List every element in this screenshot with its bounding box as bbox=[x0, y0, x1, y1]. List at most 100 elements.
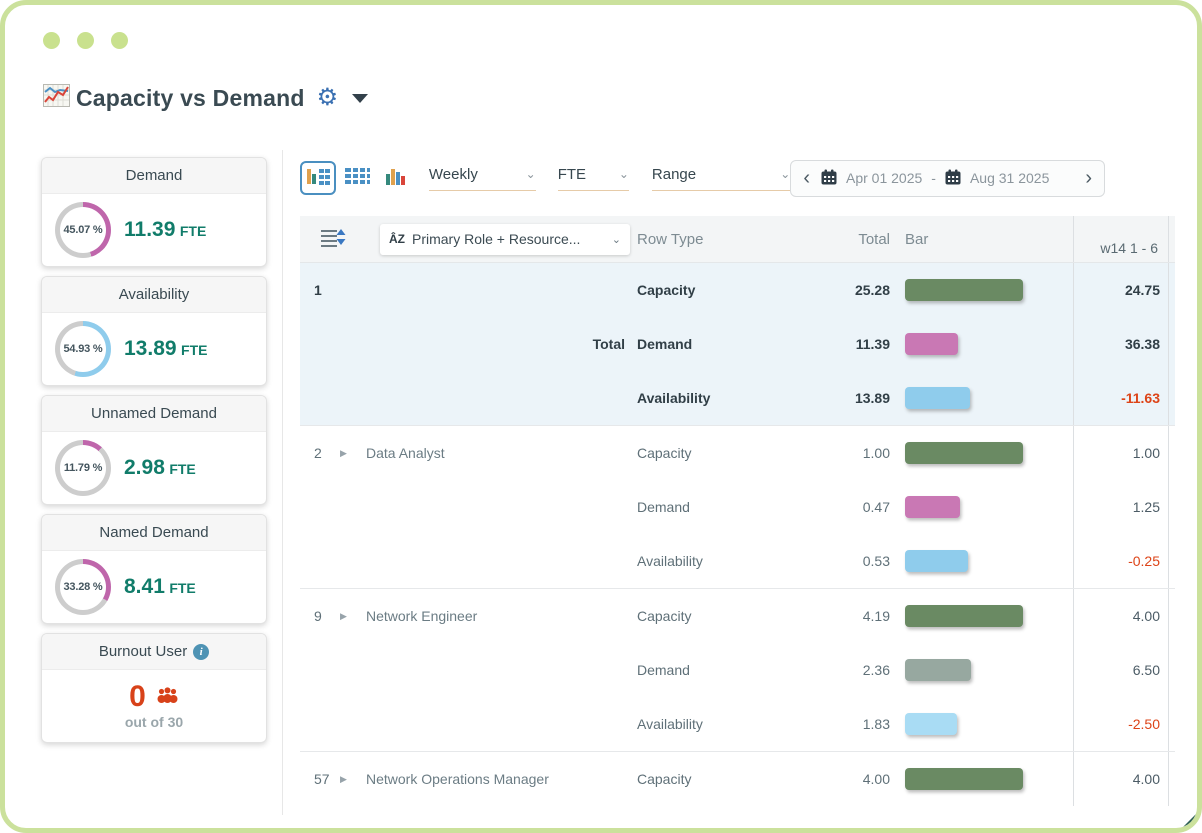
page-title: Capacity vs Demand bbox=[76, 85, 305, 112]
gear-icon[interactable]: ⚙ bbox=[317, 86, 339, 110]
table-group: 57▶Network Operations ManagerCapacity4.0… bbox=[300, 751, 1175, 806]
percent-label: 33.28 % bbox=[64, 581, 103, 593]
fte-unit: FTE bbox=[181, 342, 207, 358]
row-type-cell: Capacity bbox=[635, 771, 765, 787]
chevron-down-icon: ⌄ bbox=[619, 167, 629, 181]
unit-select-value: FTE bbox=[558, 166, 586, 183]
expand-arrow-icon[interactable]: ▶ bbox=[340, 611, 366, 622]
total-value-cell: 1.00 bbox=[765, 445, 890, 461]
row-type-cell: Capacity bbox=[635, 282, 765, 298]
column-header-period: w14 1 - 6 bbox=[1073, 216, 1169, 262]
stat-card-title: Unnamed Demand bbox=[42, 396, 266, 432]
stat-cards: Demand45.07 %11.39 FTEAvailability54.93 … bbox=[41, 157, 282, 624]
row-type-cell: Availability bbox=[635, 716, 765, 732]
row-type-cell: Availability bbox=[635, 390, 765, 406]
period-value-cell: -0.25 bbox=[1073, 534, 1169, 588]
expand-arrow-icon[interactable]: ▶ bbox=[340, 774, 366, 785]
fte-unit: FTE bbox=[180, 223, 206, 239]
app-window: Capacity vs Demand ⚙ Demand 45.07 % 11.39 … bbox=[0, 0, 1202, 833]
date-range-control: ‹ Apr 01 2025 - bbox=[790, 160, 1105, 197]
chart-table-view-button[interactable] bbox=[300, 161, 336, 195]
chevron-down-icon[interactable] bbox=[352, 94, 368, 103]
burnout-card-body: 0 out of 30 bbox=[42, 670, 266, 742]
grid-view-icon bbox=[344, 165, 370, 192]
chart-table-view-icon bbox=[305, 165, 331, 192]
unit-select[interactable]: FTE ⌄ bbox=[558, 166, 629, 191]
table-row: Availability0.53-0.25 bbox=[300, 534, 1175, 588]
row-type-cell: Demand bbox=[635, 336, 765, 352]
period-value-cell: 4.00 bbox=[1073, 589, 1169, 643]
donut-ring: 45.07 % bbox=[55, 202, 111, 258]
fte-value: 11.39 bbox=[124, 218, 175, 241]
bar-cell bbox=[890, 496, 1073, 518]
next-period-button[interactable]: › bbox=[1083, 168, 1094, 188]
table-row: Demand2.366.50 bbox=[300, 643, 1175, 697]
capacity-demand-table: ÂZ Primary Role + Resource... ⌄ Row Type… bbox=[300, 216, 1175, 806]
period-value-cell: 24.75 bbox=[1073, 263, 1169, 317]
table-row: Demand0.471.25 bbox=[300, 480, 1175, 534]
granularity-select[interactable]: Weekly ⌄ bbox=[429, 166, 536, 191]
period-value-cell: 1.00 bbox=[1073, 426, 1169, 480]
stat-card-body: 11.79 %2.98 FTE bbox=[42, 432, 266, 504]
total-value-cell: 4.19 bbox=[765, 608, 890, 624]
window-dot[interactable] bbox=[111, 32, 128, 49]
end-date[interactable]: Aug 31 2025 bbox=[970, 170, 1049, 186]
table-group: 2▶Data AnalystCapacity1.001.00Demand0.47… bbox=[300, 425, 1175, 588]
total-value-cell: 1.83 bbox=[765, 716, 890, 732]
group-by-value: Primary Role + Resource... bbox=[412, 231, 605, 247]
chart-view-button[interactable] bbox=[379, 161, 415, 195]
total-value-cell: 13.89 bbox=[765, 390, 890, 406]
burnout-card-header: Burnout User i bbox=[42, 634, 266, 670]
bar-cell bbox=[890, 387, 1073, 409]
group-name: Data Analyst bbox=[366, 445, 635, 461]
total-value-cell: 11.39 bbox=[765, 336, 890, 352]
grid-view-button[interactable] bbox=[340, 161, 376, 195]
donut-ring: 11.79 % bbox=[55, 440, 111, 496]
row-type-cell: Capacity bbox=[635, 608, 765, 624]
sort-order-button[interactable] bbox=[320, 227, 347, 252]
donut-ring: 33.28 % bbox=[55, 559, 111, 615]
info-icon[interactable]: i bbox=[193, 644, 209, 660]
period-value-cell: 4.00 bbox=[1073, 752, 1169, 806]
table-row: Availability1.83-2.50 bbox=[300, 697, 1175, 751]
total-value-cell: 0.53 bbox=[765, 553, 890, 569]
stat-card-body: 45.07 % 11.39 FTE bbox=[42, 194, 266, 266]
bar-cell bbox=[890, 768, 1073, 790]
line-chart-icon bbox=[43, 83, 70, 113]
fte-value: 13.89 bbox=[124, 337, 177, 360]
stat-card: Demand45.07 %11.39 FTE bbox=[41, 157, 267, 267]
value-bar bbox=[905, 442, 1023, 464]
sort-az-icon: ÂZ bbox=[389, 232, 405, 246]
window-dot[interactable] bbox=[77, 32, 94, 49]
stat-card-title: Availability bbox=[42, 277, 266, 313]
value-bar bbox=[905, 605, 1023, 627]
granularity-select-value: Weekly bbox=[429, 166, 478, 183]
period-value-cell: 1.25 bbox=[1073, 480, 1169, 534]
prev-period-button[interactable]: ‹ bbox=[801, 168, 812, 188]
chevron-down-icon: ⌄ bbox=[780, 167, 790, 181]
row-index: 57 bbox=[300, 771, 340, 787]
date-separator: - bbox=[931, 170, 936, 186]
group-by-select[interactable]: ÂZ Primary Role + Resource... ⌄ bbox=[380, 224, 630, 255]
period-value-cell: 6.50 bbox=[1073, 643, 1169, 697]
total-value-cell: 0.47 bbox=[765, 499, 890, 515]
row-index: 2 bbox=[300, 445, 340, 461]
stat-card-body: 33.28 %8.41 FTE bbox=[42, 551, 266, 623]
group-total-label: Total bbox=[366, 336, 635, 352]
value-bar bbox=[905, 333, 958, 355]
start-date[interactable]: Apr 01 2025 bbox=[846, 170, 922, 186]
stat-card-body: 54.93 %13.89 FTE bbox=[42, 313, 266, 385]
expand-arrow-icon[interactable]: ▶ bbox=[340, 448, 366, 459]
range-select-value: Range bbox=[652, 166, 696, 183]
fte-value: 8.41 bbox=[124, 575, 165, 598]
burnout-title: Burnout User bbox=[99, 643, 187, 660]
sort-order-icon bbox=[320, 227, 347, 252]
chevron-down-icon: ⌄ bbox=[612, 233, 621, 246]
window-dot[interactable] bbox=[43, 32, 60, 49]
value-bar bbox=[905, 496, 960, 518]
column-header-total: Total bbox=[765, 231, 890, 248]
value-bar bbox=[905, 387, 970, 409]
range-select[interactable]: Range ⌄ bbox=[652, 166, 790, 191]
table-group: 9▶Network EngineerCapacity4.194.00Demand… bbox=[300, 588, 1175, 751]
corner-accent bbox=[1182, 813, 1197, 828]
